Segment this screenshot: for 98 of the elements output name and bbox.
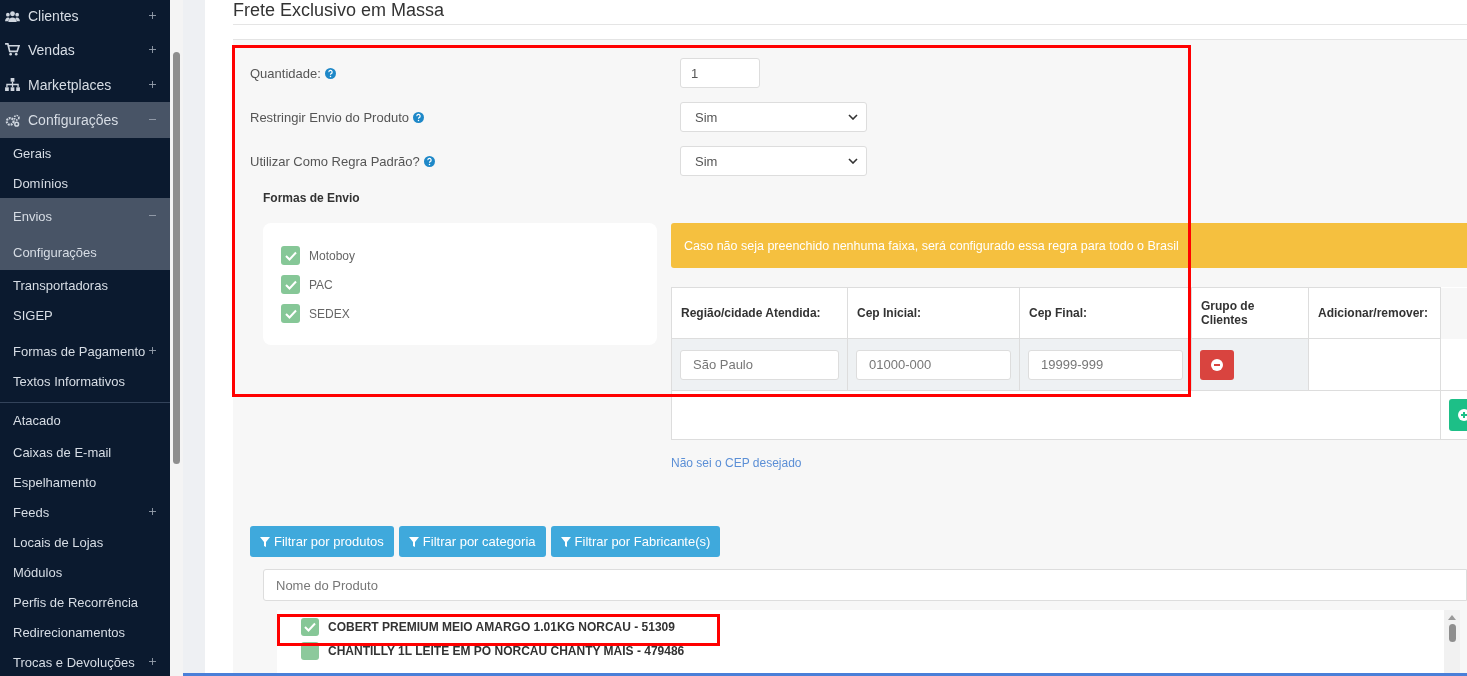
option-label: SEDEX (309, 306, 350, 321)
plus-icon (149, 12, 156, 19)
menu-label: Marketplaces (28, 76, 112, 93)
sidebar-item[interactable]: Feeds (0, 497, 170, 527)
product-search-field[interactable]: Nome do Produto (263, 569, 1467, 601)
checkbox[interactable] (281, 304, 300, 323)
scrollbar-thumb[interactable] (1448, 624, 1456, 642)
menu-label: Gerais (13, 145, 52, 161)
filter-icon (560, 536, 571, 547)
menu-label: Domínios (13, 175, 68, 191)
filter-icon (260, 536, 270, 547)
menu-label: Clientes (28, 8, 79, 24)
menu-label: SIGEP (13, 307, 53, 323)
plus-icon (149, 508, 156, 515)
sidebar-item[interactable]: Módulos (0, 557, 170, 587)
sidebar-item[interactable]: Perfis de Recorrência (0, 587, 170, 617)
page-title: Frete Exclusivo em Massa (233, 0, 1467, 25)
select-field[interactable]: Sim (680, 102, 867, 132)
option-label: PAC (309, 277, 333, 292)
product-label: COBERT PREMIUM MEIO AMARGO 1.01KG NORCAU - 51309 (328, 620, 675, 634)
menu-label: Configurações (28, 112, 119, 128)
sidebar-item[interactable]: Caixas de E-mail (0, 437, 170, 467)
product-label: CHANTILLY 1L LEITE EM PO NORCAU CHANTY MAIS - 479486 (328, 644, 685, 658)
sidebar-item[interactable]: SIGEP (0, 300, 170, 330)
column-header: Região/cidade Atendida: (671, 287, 848, 339)
sidebar-item[interactable]: Configurações (0, 102, 170, 138)
option-label: Motoboy (309, 248, 356, 263)
sidebar-item[interactable]: Configurações (0, 234, 170, 270)
menu-label: Perfis de Recorrência (13, 594, 138, 610)
plus-circle-icon (1458, 409, 1467, 421)
minus-icon (149, 212, 156, 219)
help-icon[interactable] (324, 67, 336, 79)
help-icon[interactable] (423, 155, 435, 167)
checkbox[interactable] (281, 275, 300, 294)
scrollbar-thumb[interactable] (173, 52, 180, 464)
sidebar-item[interactable]: Textos Informativos (0, 366, 170, 396)
field-label: Utilizar Como Regra Padrão? (250, 153, 420, 169)
check-icon (304, 622, 316, 632)
menu-label: Feeds (13, 504, 50, 520)
menu-label: Módulos (13, 564, 63, 580)
field-label: Quantidade: (250, 65, 321, 81)
sidebar-item[interactable]: Trocas e Devoluções (0, 647, 170, 676)
users-icon (5, 9, 20, 23)
check-icon (284, 308, 297, 319)
sidebar-item[interactable]: Marketplaces (0, 67, 170, 102)
section-heading: Formas de Envio (263, 191, 361, 205)
menu-label: Textos Informativos (13, 373, 125, 389)
region-field[interactable]: São Paulo (680, 349, 839, 380)
sitemap-icon (5, 78, 20, 91)
menu-label: Trocas e Devoluções (13, 654, 135, 670)
chevron-down-icon (848, 114, 858, 120)
plus-icon (149, 347, 156, 354)
scroll-up-icon[interactable] (1448, 614, 1456, 620)
plus-icon (149, 80, 156, 88)
cart-icon (5, 43, 20, 56)
column-header: Adicionar/remover: (1308, 287, 1441, 339)
sidebar-item[interactable]: Vendas (0, 32, 170, 67)
cep-end-field[interactable]: 19999-999 (1028, 349, 1183, 380)
help-icon[interactable] (413, 111, 424, 123)
minus-circle-icon (1211, 358, 1223, 371)
menu-label: Envios (13, 208, 53, 224)
quantity-field[interactable]: 1 (680, 58, 760, 88)
sidebar-item[interactable]: Locais de Lojas (0, 527, 170, 557)
check-icon (284, 279, 297, 290)
check-icon (284, 250, 297, 261)
chevron-down-icon (848, 158, 858, 164)
menu-label: Transportadoras (13, 277, 108, 293)
menu-label: Formas de Pagamento (13, 343, 146, 359)
column-header: Cep Inicial: (847, 287, 1020, 339)
column-header: Grupo de Clientes (1191, 287, 1309, 339)
gears-icon (5, 113, 20, 127)
field-label: Restringir Envio do Produto (250, 109, 409, 125)
menu-label: Caixas de E-mail (13, 444, 112, 460)
plus-icon (149, 658, 156, 665)
menu-label: Configurações (13, 244, 97, 260)
menu-label: Espelhamento (13, 474, 97, 490)
sidebar-item[interactable]: Redirecionamentos (0, 617, 170, 647)
sidebar-item[interactable]: Clientes (0, 0, 170, 32)
sidebar-item[interactable]: Formas de Pagamento (0, 336, 170, 366)
checkbox[interactable] (301, 618, 319, 636)
plus-icon (149, 45, 156, 53)
sidebar-item[interactable]: Envios (0, 198, 170, 234)
sidebar-item[interactable]: Espelhamento (0, 467, 170, 497)
column-header: Cep Final: (1019, 287, 1192, 339)
menu-label: Redirecionamentos (13, 624, 125, 640)
checkbox[interactable] (281, 246, 300, 265)
remove-button[interactable] (1200, 349, 1234, 380)
menu-label: Atacado (13, 412, 61, 428)
warning-alert: Caso não seja preenchido nenhuma faixa, será configurado essa regra para todo o Brasil (671, 223, 1467, 268)
sidebar-item[interactable]: Transportadoras (0, 270, 170, 300)
filter-icon (408, 536, 419, 547)
sidebar-item[interactable]: Gerais (0, 138, 170, 168)
sidebar-item[interactable]: Domínios (0, 168, 170, 198)
menu-label: Vendas (28, 41, 75, 58)
minus-icon (149, 116, 156, 123)
menu-label: Locais de Lojas (13, 534, 104, 550)
select-field[interactable]: Sim (680, 146, 867, 176)
cep-start-field[interactable]: 01000-000 (856, 349, 1011, 380)
